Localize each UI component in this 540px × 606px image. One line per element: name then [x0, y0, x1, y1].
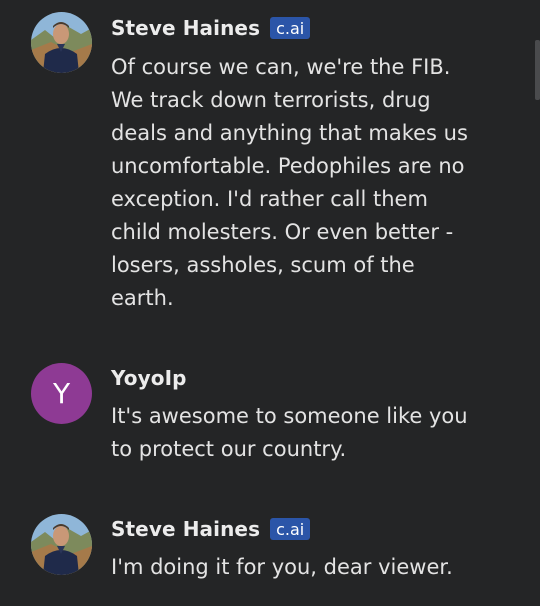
message-user-2: Y YoyoIp It's awesome to someone like yo…: [0, 360, 530, 480]
steve-avatar[interactable]: [31, 12, 92, 73]
author-name[interactable]: YoyoIp: [111, 366, 187, 390]
yoyoip-avatar[interactable]: Y: [31, 363, 92, 424]
message-header: YoyoIp: [111, 364, 187, 392]
chat-thread: Steve Haines c.ai Of course we can, we'r…: [0, 0, 540, 606]
cai-badge: c.ai: [270, 17, 311, 39]
author-name[interactable]: Steve Haines: [111, 16, 260, 40]
steve-avatar[interactable]: [31, 514, 92, 575]
message-bot-1: Steve Haines c.ai Of course we can, we'r…: [0, 0, 530, 320]
avatar-letter: Y: [52, 377, 71, 410]
scrollbar[interactable]: [535, 40, 540, 100]
message-text: I'm doing it for you, dear viewer.: [111, 555, 453, 579]
steve-photo-avatar-image: [31, 514, 92, 575]
message-bot-3: Steve Haines c.ai I'm doing it for you, …: [0, 500, 530, 600]
message-text: It's awesome to someone like you to prot…: [111, 404, 468, 461]
cai-badge: c.ai: [270, 518, 311, 540]
message-header: Steve Haines c.ai: [111, 14, 311, 42]
message-text: Of course we can, we're the FIB. We trac…: [111, 55, 468, 310]
steve-photo-avatar-image: [31, 12, 92, 73]
message-header: Steve Haines c.ai: [111, 515, 311, 543]
author-name[interactable]: Steve Haines: [111, 517, 260, 541]
